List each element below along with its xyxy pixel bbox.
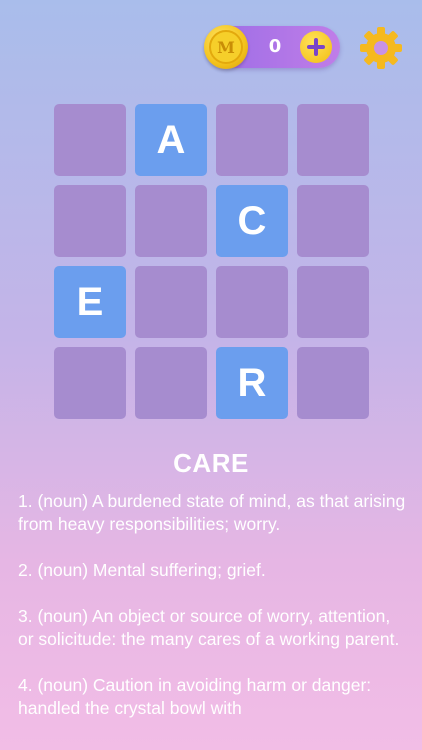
empty-tile[interactable] [297,185,369,257]
top-bar: M 0 [0,24,422,72]
found-word: CARE [173,448,249,478]
letter-tile[interactable]: C [216,185,288,257]
definition-4: 4. (noun) Caution in avoiding harm or da… [18,675,372,718]
empty-tile[interactable] [135,185,207,257]
empty-tile[interactable] [297,104,369,176]
coin-symbol: M [209,30,243,64]
coin-icon: M [204,25,248,69]
plus-icon [307,38,325,56]
empty-tile[interactable] [216,266,288,338]
letter-grid: AC E R [54,104,370,420]
empty-tile[interactable] [54,104,126,176]
add-coins-button[interactable] [300,31,332,63]
settings-button[interactable] [357,24,405,72]
empty-tile[interactable] [216,104,288,176]
empty-tile[interactable] [135,266,207,338]
empty-tile[interactable] [297,347,369,419]
letter-tile[interactable]: E [54,266,126,338]
definitions: 1. (noun) A burdened state of mind, as t… [18,490,408,743]
definition-3: 3. (noun) An object or source of worry, … [18,606,400,649]
letter-tile[interactable]: R [216,347,288,419]
definition-2: 2. (noun) Mental suffering; grief. [18,560,266,580]
gear-icon [360,27,402,69]
empty-tile[interactable] [54,347,126,419]
letter-tile[interactable]: A [135,104,207,176]
coin-balance: M 0 [204,25,340,69]
empty-tile[interactable] [54,185,126,257]
coin-count: 0 [268,36,282,57]
definition-1: 1. (noun) A burdened state of mind, as t… [18,491,406,534]
empty-tile[interactable] [135,347,207,419]
empty-tile[interactable] [297,266,369,338]
